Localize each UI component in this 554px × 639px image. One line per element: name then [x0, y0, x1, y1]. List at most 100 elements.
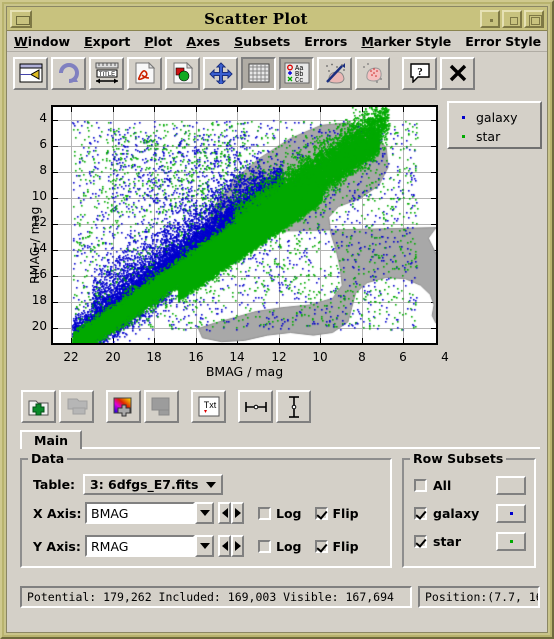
- x-tick-label: 10: [312, 350, 328, 364]
- x-error-button[interactable]: [238, 390, 273, 423]
- legend-entry-star: star: [457, 127, 540, 146]
- subset-star-style-button[interactable]: [496, 532, 526, 551]
- y-axis-input[interactable]: RMAG: [85, 535, 195, 557]
- plot-legend: galaxy star: [447, 101, 542, 149]
- x-tick-label: 20: [105, 350, 121, 364]
- y-axis-next-button[interactable]: [231, 535, 244, 557]
- y-axis-value: RMAG: [91, 538, 129, 554]
- plot-area[interactable]: [51, 105, 438, 345]
- text-label-button[interactable]: Txt: [191, 390, 226, 423]
- x-axis-value: BMAG: [91, 505, 129, 521]
- x-axis-label-text: X Axis:: [33, 505, 82, 521]
- remove-dataset-button: [59, 390, 94, 423]
- toggle-grid-button[interactable]: [241, 56, 276, 90]
- y-log-label: Log: [276, 538, 302, 554]
- x-tick-label: 14: [229, 350, 245, 364]
- x-axis-dropdown-button[interactable]: [195, 502, 214, 524]
- subset-all-label: All: [433, 478, 452, 493]
- scatter-canvas: [53, 107, 436, 343]
- subset-star-checkbox[interactable]: [414, 535, 427, 548]
- remove-colour-axis-button: [144, 390, 179, 423]
- y-axis-label-text: Y Axis:: [33, 538, 81, 554]
- axes-move-icon: [208, 62, 233, 84]
- add-dataset-icon: [28, 400, 48, 415]
- menu-marker-style[interactable]: Marker Style: [354, 32, 458, 51]
- y-flip-checkbox[interactable]: [314, 539, 328, 553]
- menu-errors[interactable]: Errors: [297, 32, 354, 51]
- draw-subset-icon: [325, 63, 345, 84]
- menu-marker-style-rest: arker Style: [373, 33, 452, 49]
- close-button[interactable]: [440, 56, 475, 90]
- menu-axes[interactable]: Axes: [179, 32, 227, 51]
- menu-window-rest: indow: [27, 33, 71, 49]
- resize-title-icon: TITLE: [95, 62, 118, 84]
- add-dataset-button[interactable]: [21, 390, 56, 423]
- tab-strip: Main: [20, 430, 540, 449]
- restore-button[interactable]: [524, 9, 544, 28]
- table-select[interactable]: 3: 6dfgs_E7.fits: [83, 474, 224, 495]
- x-flip-checkbox[interactable]: [314, 506, 328, 520]
- subset-galaxy-marker: [509, 512, 513, 515]
- menu-help[interactable]: Help: [548, 32, 554, 51]
- legend-icon: Aa Bb Cc: [284, 62, 309, 84]
- rescale-axes-button[interactable]: [203, 56, 238, 90]
- chevron-left-icon: [221, 541, 228, 551]
- chevron-right-icon: [234, 508, 241, 518]
- subset-star-label: star: [433, 534, 462, 549]
- x-tick-label: 8: [358, 350, 366, 364]
- y-tick-label: 18: [31, 293, 47, 307]
- blob-subset-icon: [362, 63, 382, 83]
- menu-subsets[interactable]: Subsets: [227, 32, 297, 51]
- blob-subset-button[interactable]: [355, 56, 390, 90]
- text-label-icon: Txt: [198, 396, 219, 416]
- x-axis-prev-button[interactable]: [218, 502, 231, 524]
- menu-error-style[interactable]: Error Style: [458, 32, 548, 51]
- y-log-checkbox[interactable]: [258, 539, 271, 553]
- legend-label-galaxy: galaxy: [476, 110, 518, 125]
- close-icon: [449, 64, 466, 82]
- add-colour-axis-button[interactable]: [106, 390, 141, 423]
- subset-galaxy-checkbox[interactable]: [414, 507, 427, 520]
- table-value: 3: 6dfgs_E7.fits: [90, 477, 199, 492]
- data-group: Data Table: 3: 6dfgs_E7.fits X Axis: BMA…: [20, 451, 392, 568]
- export-image-button[interactable]: [165, 56, 200, 90]
- menu-subsets-rest: ubsets: [243, 33, 291, 49]
- x-axis-next-button[interactable]: [231, 502, 244, 524]
- subset-all-style-button[interactable]: [496, 476, 526, 495]
- minimize-button[interactable]: [480, 9, 500, 28]
- replot-button[interactable]: [51, 56, 86, 90]
- subset-galaxy-label: galaxy: [433, 506, 480, 521]
- y-error-button[interactable]: [276, 390, 311, 423]
- row-subsets-group: Row Subsets All galaxy star: [402, 451, 536, 568]
- y-tick-label: 4: [39, 111, 47, 125]
- help-button[interactable]: ?: [402, 56, 437, 90]
- table-label: Table:: [33, 477, 76, 492]
- tab-main[interactable]: Main: [20, 430, 83, 449]
- x-log-checkbox[interactable]: [258, 506, 271, 520]
- export-pdf-button[interactable]: [127, 56, 162, 90]
- help-icon: ?: [409, 63, 430, 83]
- y-flip-label: Flip: [332, 538, 359, 554]
- subset-galaxy-style-button[interactable]: [496, 504, 526, 523]
- y-tick-label: 8: [39, 163, 47, 177]
- menu-plot[interactable]: Plot: [137, 32, 179, 51]
- draw-subset-button[interactable]: [317, 56, 352, 90]
- window-menu-button[interactable]: [10, 9, 32, 28]
- split-window-button[interactable]: [13, 56, 48, 90]
- status-counts: Potential: 179,262 Included: 169,003 Vis…: [20, 586, 412, 608]
- svg-text:Txt: Txt: [203, 400, 216, 410]
- subset-all-checkbox[interactable]: [414, 479, 427, 492]
- maximize-button[interactable]: [502, 9, 522, 28]
- y-axis-prev-button[interactable]: [218, 535, 231, 557]
- menu-export[interactable]: Export: [77, 32, 137, 51]
- toggle-legend-button[interactable]: Aa Bb Cc: [279, 56, 314, 90]
- chevron-down-icon: [199, 510, 210, 516]
- x-axis-input[interactable]: BMAG: [85, 502, 195, 524]
- menu-window[interactable]: Window: [7, 32, 77, 51]
- window-menu-icon: [16, 15, 30, 25]
- x-axis-label: BMAG / mag: [205, 364, 284, 379]
- split-window-icon: [19, 63, 42, 83]
- svg-text:Cc: Cc: [295, 77, 303, 84]
- y-axis-dropdown-button[interactable]: [195, 535, 214, 557]
- rescale-button[interactable]: TITLE: [89, 56, 124, 90]
